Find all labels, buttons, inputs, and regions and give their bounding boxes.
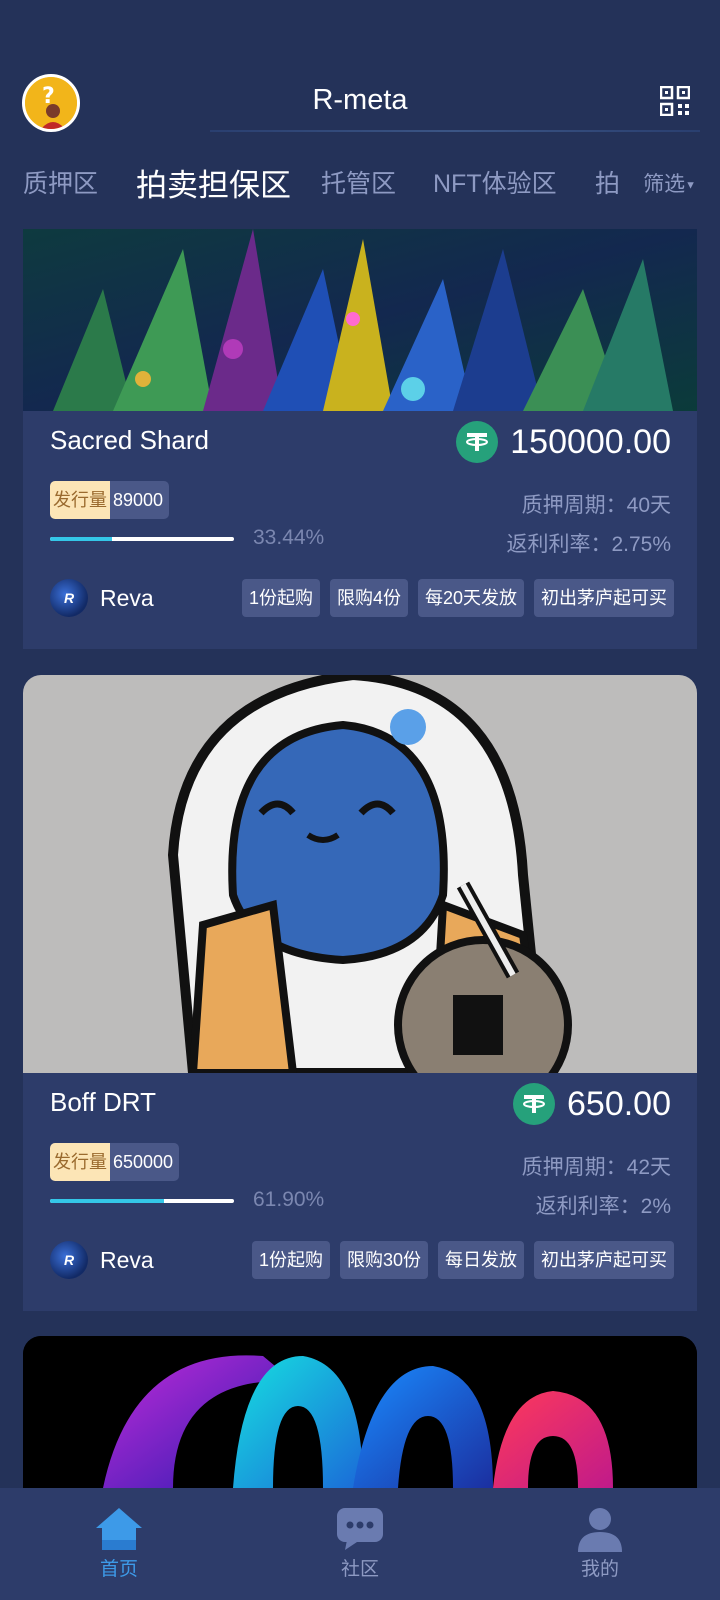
tab-nft-experience[interactable]: NFT体验区 [433,164,557,200]
tag-min-purchase: 1份起购 [251,1241,330,1279]
tab-staking[interactable]: 质押区 [23,164,98,200]
nft-card-info: Boff DRT 650.00 发行量 650000 61.90% 质押周期：4… [23,1073,697,1311]
bottom-navigation: 首页 社区 我的 [0,1488,720,1600]
top-header: ? R-meta [0,60,720,144]
nav-community-label: 社区 [340,1559,379,1580]
issuer-name: Reva [100,585,154,611]
rebate-rate: 返利利率：2.75% [506,533,671,556]
tag-purchase-limit: 限购30份 [339,1241,428,1279]
issuer-name: Reva [100,1247,154,1273]
tag-level-requirement: 初出茅庐起可买 [534,1241,674,1279]
nft-card[interactable]: Sacred Shard 150000.00 发行量 89000 33.44% … [23,229,697,649]
tag-purchase-limit: 限购4份 [329,579,408,617]
supply-value: 89000 [110,481,170,519]
nav-profile[interactable]: 我的 [540,1506,660,1581]
tag-distribution: 每20天发放 [417,579,524,617]
filter-dropdown[interactable]: 筛选▼ [629,168,696,198]
nft-price: 650.00 [567,1084,671,1123]
tab-custody[interactable]: 托管区 [321,164,396,200]
home-icon [96,1508,142,1550]
tag-min-purchase: 1份起购 [241,579,320,617]
supply-value: 650000 [110,1143,180,1181]
nft-banner-image [23,229,697,411]
chat-icon [337,1508,383,1550]
nft-price: 150000.00 [510,422,671,461]
nft-name: Boff DRT [50,1087,156,1117]
app-title: R-meta [312,84,408,116]
progress-percent: 33.44% [253,526,325,549]
tag-list: 1份起购 限购4份 每20天发放 初出茅庐起可买 [241,579,674,617]
header-divider [210,130,700,132]
supply-label: 发行量 [50,1143,110,1181]
nft-name: Sacred Shard [50,425,209,455]
issuer-logo-icon: R [50,579,88,617]
supply-badge: 发行量 89000 [50,481,170,519]
tether-coin-icon [513,1083,555,1125]
supply-badge: 发行量 650000 [50,1143,180,1181]
staking-period: 质押周期：42天 [521,1156,671,1179]
sale-progress-bar [50,1199,234,1203]
nft-card-info: Sacred Shard 150000.00 发行量 89000 33.44% … [23,411,697,649]
issuer-logo-icon: R [50,1241,88,1279]
nft-card[interactable]: Boff DRT 650.00 发行量 650000 61.90% 质押周期：4… [23,675,697,1311]
nav-home-label: 首页 [99,1559,138,1580]
tab-auction-guarantee[interactable]: 拍卖担保区 [136,160,291,205]
nav-community[interactable]: 社区 [300,1506,420,1581]
progress-percent: 61.90% [253,1188,325,1211]
sale-progress-fill [50,537,112,541]
price-block: 650.00 [513,1083,671,1125]
nft-card[interactable] [23,1336,697,1488]
sale-progress-fill [50,1199,164,1203]
nft-banner-image [23,1336,697,1488]
app-screen: ? R-meta 质押区 拍卖担保区 托管区 NFT体验区 拍 筛选▼ Sacr… [0,0,720,1600]
tag-list: 1份起购 限购30份 每日发放 初出茅庐起可买 [251,1241,674,1279]
category-tabs: 质押区 拍卖担保区 托管区 NFT体验区 拍 筛选▼ [0,150,720,210]
price-block: 150000.00 [456,421,671,463]
sale-progress-bar [50,537,234,541]
nft-banner-image [23,675,697,1073]
tag-distribution: 每日发放 [438,1241,524,1279]
rebate-rate: 返利利率：2% [535,1195,671,1218]
tab-auction-partial[interactable]: 拍 [595,164,620,200]
nav-home[interactable]: 首页 [59,1506,179,1581]
tag-level-requirement: 初出茅庐起可买 [534,579,674,617]
chevron-down-icon: ▼ [685,179,696,192]
tether-coin-icon [456,421,499,463]
staking-period: 质押周期：40天 [521,494,671,517]
supply-label: 发行量 [50,481,110,519]
user-icon [578,1508,622,1552]
filter-label: 筛选 [643,173,686,196]
nav-profile-label: 我的 [580,1559,619,1580]
qr-code-icon[interactable] [659,85,691,117]
